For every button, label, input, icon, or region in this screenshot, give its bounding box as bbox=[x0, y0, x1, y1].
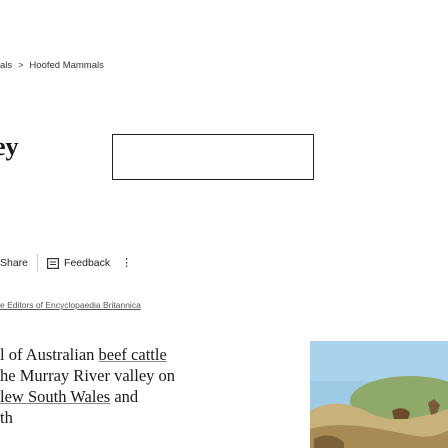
feedback-button[interactable]: Feedback bbox=[47, 257, 110, 269]
actions-divider bbox=[37, 254, 39, 272]
page-title: ey bbox=[0, 132, 19, 162]
breadcrumb-separator: > bbox=[18, 60, 24, 70]
breadcrumb-current-link[interactable]: Hoofed Mammals bbox=[29, 60, 103, 71]
breadcrumb-parent-link[interactable]: als bbox=[0, 60, 12, 71]
feedback-icon bbox=[47, 257, 64, 269]
byline[interactable]: e Editors of Encyclopaedia Britannica bbox=[0, 300, 141, 310]
article-photo[interactable] bbox=[310, 341, 448, 448]
paragraph-line-4: th bbox=[0, 408, 13, 427]
article-actions: Share Feedback ⋮ bbox=[0, 254, 132, 272]
paragraph-line-3: lew South Wales and bbox=[0, 387, 139, 406]
paragraph-line-1: l of Australian beef cattle bbox=[0, 345, 167, 364]
more-vertical-icon[interactable]: ⋮ bbox=[121, 257, 132, 269]
article-paragraph: l of Australian beef cattle he Murray Ri… bbox=[0, 344, 290, 428]
breadcrumb: als > Hoofed Mammals bbox=[0, 60, 104, 71]
feedback-label: Feedback bbox=[64, 257, 111, 269]
beef-cattle-link[interactable]: beef cattle bbox=[99, 345, 167, 364]
new-south-wales-link[interactable]: lew South Wales bbox=[0, 387, 110, 406]
paragraph-line-2: he Murray River valley on bbox=[0, 366, 176, 385]
share-label: Share bbox=[0, 257, 29, 269]
share-button[interactable]: Share bbox=[0, 257, 28, 269]
ad-placeholder bbox=[112, 134, 314, 180]
